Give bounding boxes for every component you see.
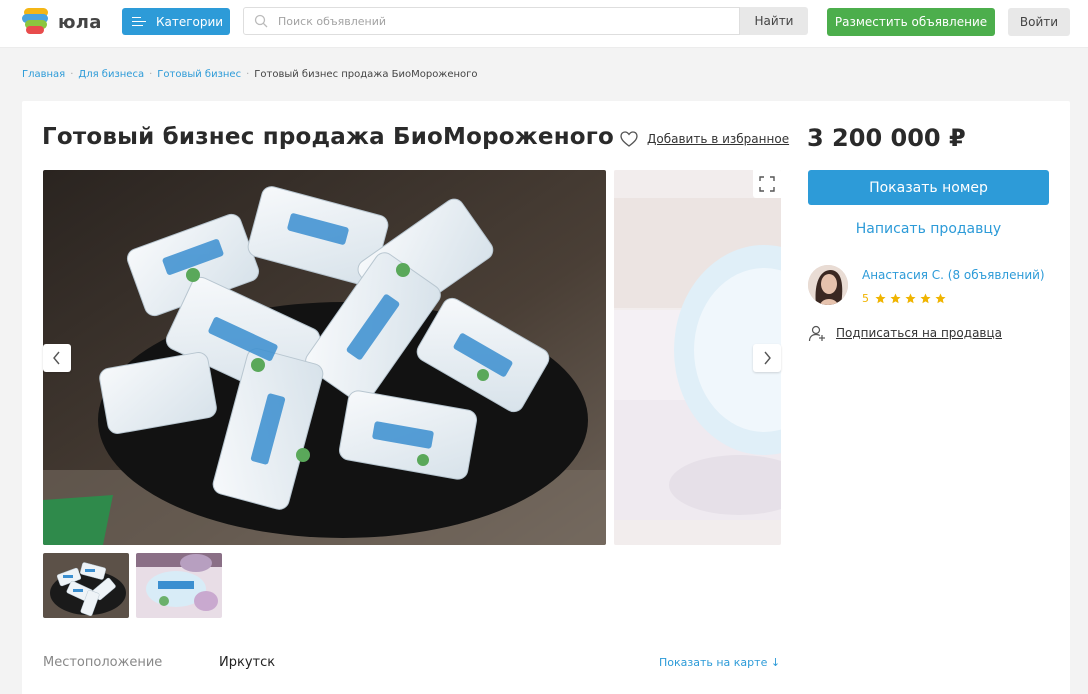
breadcrumb-business[interactable]: Для бизнеса (78, 69, 144, 80)
ice-cream-packets-image (43, 170, 606, 545)
favorite-label: Добавить в избранное (647, 132, 790, 146)
seller-name[interactable]: Анастасия С. (8 объявлений) (862, 268, 1045, 282)
main-photo[interactable] (43, 170, 606, 545)
breadcrumb: Главная · Для бизнеса · Готовый бизнес ·… (22, 69, 478, 80)
categories-label: Категории (156, 14, 224, 29)
location-value: Иркутск (219, 655, 276, 670)
search-box[interactable] (243, 7, 740, 35)
star-icon (890, 293, 901, 304)
search-icon (254, 14, 268, 28)
logo-text: юла (58, 11, 102, 33)
star-icon (920, 293, 931, 304)
expand-icon (759, 176, 775, 192)
header: юла Категории Найти Разместить объявлени… (0, 0, 1088, 48)
add-to-favorites[interactable]: Добавить в избранное (620, 131, 789, 147)
page-title: Готовый бизнес продажа БиоМороженого (42, 124, 615, 150)
thumbnail-2[interactable] (136, 553, 222, 618)
breadcrumb-current: Готовый бизнес продажа БиоМороженого (254, 69, 478, 80)
breadcrumb-ready-business[interactable]: Готовый бизнес (157, 69, 241, 80)
rating-value: 5 (862, 292, 869, 305)
subscribe-label: Подписаться на продавца (836, 326, 1003, 340)
thumbnail-1[interactable] (43, 553, 129, 618)
prev-photo-button[interactable] (43, 344, 71, 372)
menu-icon (132, 17, 146, 26)
fullscreen-button[interactable] (753, 170, 781, 198)
location-label: Местоположение (43, 655, 163, 670)
write-seller-button[interactable]: Написать продавцу (808, 218, 1049, 240)
rating-stars (875, 293, 950, 304)
star-icon (935, 293, 946, 304)
heart-icon (620, 131, 638, 147)
breadcrumb-home[interactable]: Главная (22, 69, 65, 80)
subscribe-icon (808, 325, 825, 342)
yula-logo-icon (22, 8, 50, 36)
categories-button[interactable]: Категории (122, 8, 230, 35)
post-ad-button[interactable]: Разместить объявление (827, 8, 995, 36)
show-phone-button[interactable]: Показать номер (808, 170, 1049, 205)
find-button[interactable]: Найти (740, 7, 808, 35)
chevron-right-icon (764, 351, 771, 365)
next-photo-button[interactable] (753, 344, 781, 372)
seller-rating: 5 (862, 292, 950, 305)
star-icon (875, 293, 886, 304)
search-input[interactable] (278, 14, 718, 28)
logo[interactable]: юла (22, 8, 102, 36)
price: 3 200 000 ₽ (807, 124, 966, 152)
show-on-map-link[interactable]: Показать на карте ↓ (659, 656, 780, 669)
avatar[interactable] (808, 265, 848, 305)
chevron-left-icon (53, 351, 60, 365)
star-icon (905, 293, 916, 304)
login-button[interactable]: Войти (1008, 8, 1070, 36)
subscribe-seller[interactable]: Подписаться на продавца (808, 324, 1002, 342)
